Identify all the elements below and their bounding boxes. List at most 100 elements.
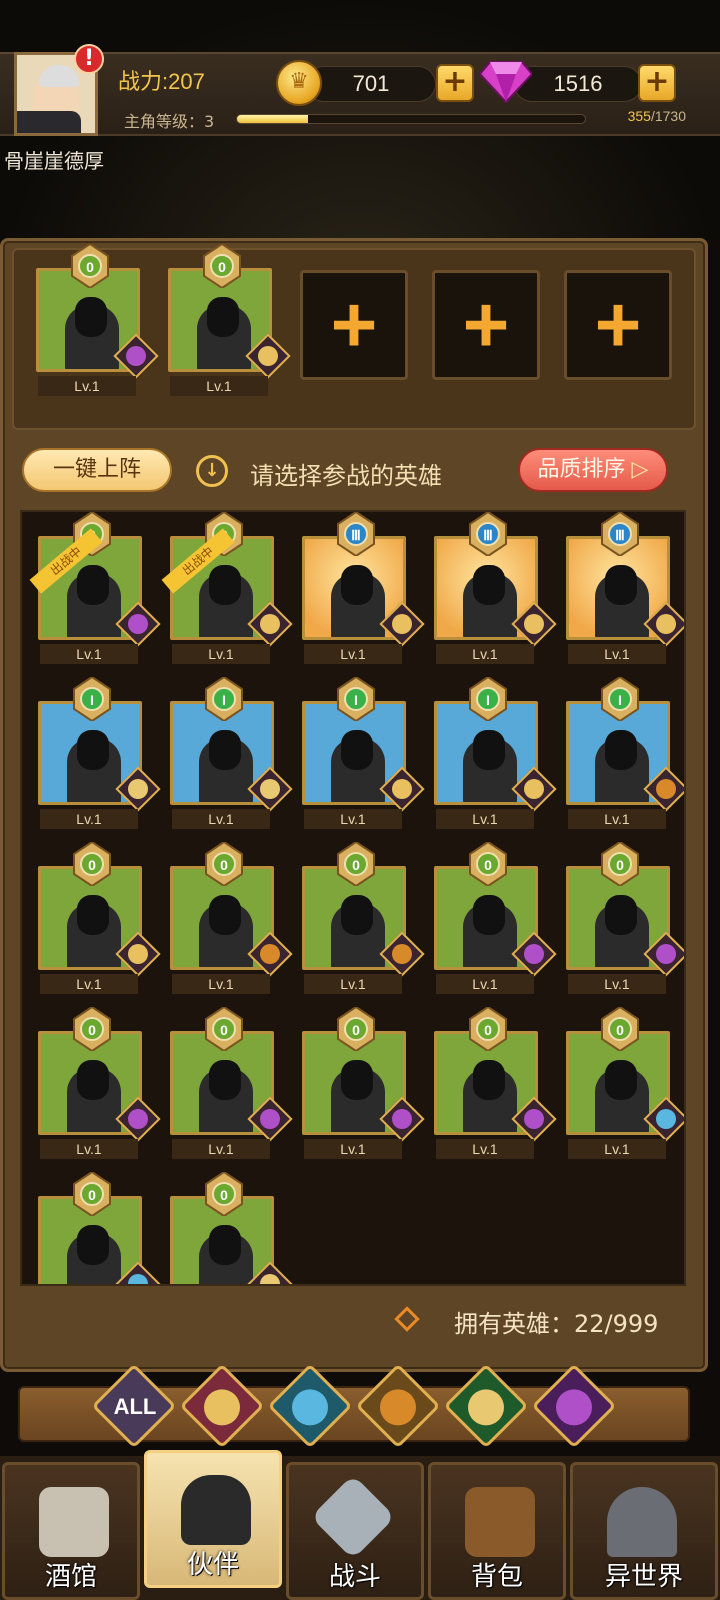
- hero-card[interactable]: 0 Lv.1 出战中: [161, 512, 293, 664]
- exp-text: 355/1730: [628, 108, 686, 124]
- hero-rank: 0: [476, 1017, 500, 1041]
- nav-bag[interactable]: 背包: [428, 1462, 566, 1600]
- player-level-label: 主角等级：3: [124, 112, 215, 131]
- hero-level: Lv.1: [304, 1139, 402, 1159]
- hero-head: [473, 1060, 505, 1100]
- hero-head: [209, 565, 241, 605]
- hero-head: [605, 895, 637, 935]
- hero-level: Lv.1: [172, 1139, 270, 1159]
- hero-rank: 0: [78, 254, 102, 278]
- battle-power: 战力:207: [118, 69, 205, 94]
- nav-otherworld[interactable]: 异世界: [570, 1462, 718, 1600]
- hero-head: [341, 730, 373, 770]
- hero-rank: I: [476, 687, 500, 711]
- hero-level: Lv.1: [40, 1139, 138, 1159]
- hero-card[interactable]: 0 Lv.1: [566, 1007, 684, 1159]
- hero-card[interactable]: 0 Lv.1: [38, 1172, 161, 1284]
- nav-partner[interactable]: 伙伴: [144, 1450, 282, 1588]
- hero-head: [77, 565, 109, 605]
- portal-icon: [607, 1487, 677, 1557]
- filter-all-label: ALL: [113, 1394, 157, 1419]
- hero-rank: I: [212, 687, 236, 711]
- sort-label: 品质排序: [537, 457, 626, 482]
- hero-card[interactable]: 0 Lv.1: [170, 842, 293, 994]
- hero-level: Lv.1: [172, 974, 270, 994]
- hero-level: Lv.1: [568, 644, 666, 664]
- hero-card[interactable]: I Lv.1: [38, 677, 161, 829]
- gem-amount: 1516: [514, 66, 642, 102]
- nav-battle[interactable]: 战斗: [286, 1462, 424, 1600]
- hero-card[interactable]: 0 Lv.1: [434, 1007, 557, 1159]
- empty-slot-3[interactable]: +: [300, 270, 408, 380]
- hero-rank: Ⅲ: [344, 522, 368, 546]
- sort-arrow-icon: ▷: [631, 457, 649, 482]
- hero-rank: I: [344, 687, 368, 711]
- hero-head: [341, 895, 373, 935]
- backpack-icon: [465, 1487, 535, 1557]
- player-name: 骨崖崖德厚: [4, 149, 104, 173]
- hero-card[interactable]: 0 Lv.1: [170, 1172, 293, 1284]
- hero-card[interactable]: 0 Lv.1: [302, 842, 425, 994]
- hero-head: [605, 1060, 637, 1100]
- nav-battle-label: 战斗: [328, 1562, 381, 1592]
- hero-card[interactable]: I Lv.1: [170, 677, 293, 829]
- hero-card[interactable]: I Lv.1: [434, 677, 557, 829]
- hero-level: Lv.1: [304, 809, 402, 829]
- hero-rank: 0: [344, 852, 368, 876]
- crossed-swords-icon: [310, 1474, 396, 1560]
- hero-level: Lv.1: [436, 809, 534, 829]
- hero-level: Lv.1: [304, 644, 402, 664]
- hero-head: [605, 565, 637, 605]
- hero-head: [605, 730, 637, 770]
- hero-card[interactable]: 0 Lv.1 出战中: [29, 512, 161, 664]
- hero-rank: 0: [212, 852, 236, 876]
- hero-card[interactable]: Ⅲ Lv.1: [566, 512, 684, 664]
- hero-rank: I: [608, 687, 632, 711]
- exp-current: 355: [627, 108, 651, 124]
- hero-rank: 0: [476, 852, 500, 876]
- hero-head: [75, 297, 107, 337]
- lineup-hero-card[interactable]: 0 Lv.1: [36, 244, 159, 396]
- hero-level: Lv.1: [40, 809, 138, 829]
- hero-rank: 0: [608, 1017, 632, 1041]
- hero-card[interactable]: 0 Lv.1: [38, 842, 161, 994]
- empty-slot-5[interactable]: +: [564, 270, 672, 380]
- hero-card[interactable]: Ⅲ Lv.1: [434, 512, 557, 664]
- add-gold-button[interactable]: +: [436, 64, 474, 102]
- nav-tavern[interactable]: 酒馆: [2, 1462, 140, 1600]
- hero-card[interactable]: 0 Lv.1: [170, 1007, 293, 1159]
- hero-card[interactable]: 0 Lv.1: [566, 842, 684, 994]
- hero-card[interactable]: 0 Lv.1: [434, 842, 557, 994]
- hero-head: [209, 895, 241, 935]
- hero-level: Lv.1: [172, 644, 270, 664]
- nav-bag-label: 背包: [470, 1562, 523, 1592]
- select-hint: 请选择参战的英雄: [250, 462, 442, 490]
- hero-head: [209, 1225, 241, 1265]
- hero-card[interactable]: I Lv.1: [302, 677, 425, 829]
- add-gem-button[interactable]: +: [638, 64, 676, 102]
- beer-mug-icon: [39, 1487, 109, 1557]
- alert-icon[interactable]: !: [74, 44, 104, 74]
- hero-head: [77, 730, 109, 770]
- nav-partner-label: 伙伴: [186, 1550, 239, 1580]
- empty-slot-4[interactable]: +: [432, 270, 540, 380]
- hero-level: Lv.1: [170, 376, 268, 396]
- quality-sort-button[interactable]: 品质排序 ▷: [518, 448, 668, 492]
- lineup-hero-card[interactable]: 0 Lv.1: [168, 244, 291, 396]
- hero-head: [209, 730, 241, 770]
- hero-rank: 0: [210, 254, 234, 278]
- partner-icon: [181, 1475, 251, 1545]
- hero-level: Lv.1: [436, 1139, 534, 1159]
- hero-card[interactable]: 0 Lv.1: [302, 1007, 425, 1159]
- hero-rank: 0: [80, 852, 104, 876]
- auto-deploy-button[interactable]: 一键上阵: [22, 448, 172, 492]
- hero-card[interactable]: I Lv.1: [566, 677, 684, 829]
- exp-progress-fill: [237, 115, 309, 123]
- hero-card[interactable]: 0 Lv.1: [38, 1007, 161, 1159]
- avatar-coat: [17, 111, 81, 133]
- hero-rank: 0: [212, 1182, 236, 1206]
- hero-head: [341, 565, 373, 605]
- hero-head: [77, 1225, 109, 1265]
- hero-card[interactable]: Ⅲ Lv.1: [302, 512, 425, 664]
- hero-level: Lv.1: [568, 974, 666, 994]
